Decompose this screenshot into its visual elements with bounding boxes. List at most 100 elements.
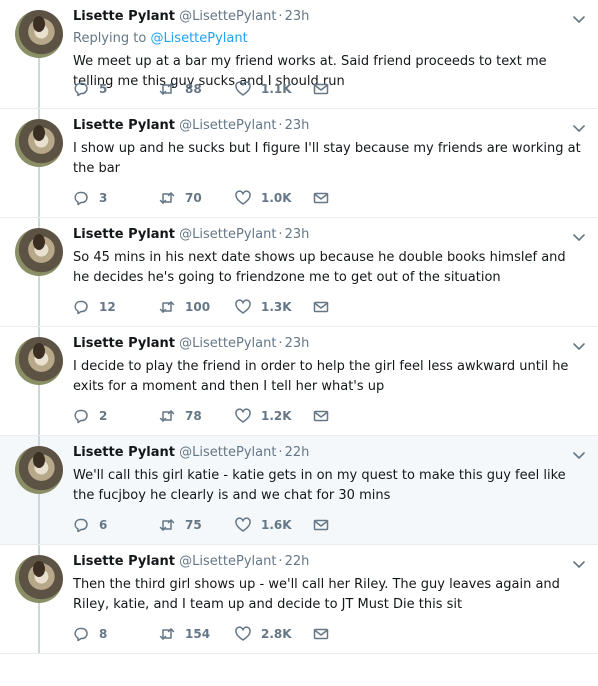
reply-count: 5 — [99, 82, 108, 96]
user-handle[interactable]: @LisettePylant — [179, 554, 276, 569]
direct-message-button[interactable] — [313, 407, 339, 425]
envelope-icon — [313, 192, 329, 204]
avatar[interactable] — [15, 446, 63, 494]
retweet-button[interactable]: 88 — [159, 80, 202, 98]
separator-dot: · — [278, 118, 283, 133]
separator-dot: · — [278, 336, 283, 351]
reply-button[interactable]: 6 — [73, 516, 107, 534]
user-handle[interactable]: @LisettePylant — [179, 227, 276, 242]
reply-count: 3 — [99, 191, 108, 205]
like-button[interactable]: 1.1K — [235, 80, 292, 98]
direct-message-button[interactable] — [313, 189, 339, 207]
tweet[interactable]: Lisette Pylant @LisettePylant · 23h I show… — [0, 109, 598, 218]
tweet-actions: 3 70 1.0K — [73, 189, 343, 207]
avatar[interactable] — [15, 10, 63, 58]
reply-count: 12 — [99, 300, 116, 314]
reply-icon — [74, 300, 88, 315]
like-button[interactable]: 1.6K — [235, 516, 292, 534]
timestamp[interactable]: 23h — [285, 9, 310, 24]
tweet-text: We'll call this girl katie - katie gets … — [73, 468, 566, 503]
display-name[interactable]: Lisette Pylant — [73, 554, 175, 569]
timestamp[interactable]: 23h — [285, 227, 310, 242]
tweet-text: I show up and he sucks but I figure I'll… — [73, 141, 581, 176]
retweet-icon — [159, 628, 175, 640]
like-button[interactable]: 1.0K — [235, 189, 292, 207]
direct-message-button[interactable] — [313, 516, 339, 534]
timestamp[interactable]: 23h — [285, 118, 310, 133]
direct-message-button[interactable] — [313, 80, 339, 98]
separator-dot: · — [278, 227, 283, 242]
tweet[interactable]: Lisette Pylant @LisettePylant · 22h We'll … — [0, 436, 598, 545]
retweet-icon — [159, 83, 175, 95]
tweet-header: Lisette Pylant @LisettePylant · 22h — [73, 553, 585, 571]
direct-message-button[interactable] — [313, 625, 339, 643]
tweet-content: Lisette Pylant @LisettePylant · 23h I deci… — [73, 335, 585, 397]
avatar[interactable] — [15, 337, 63, 385]
display-name[interactable]: Lisette Pylant — [73, 9, 175, 24]
tweet[interactable]: Lisette Pylant @LisettePylant · 22h Then t… — [0, 545, 598, 654]
chevron-down-icon[interactable] — [571, 556, 587, 572]
tweet-text: I decide to play the friend in order to … — [73, 359, 569, 394]
reply-count: 8 — [99, 627, 108, 641]
chevron-down-icon[interactable] — [571, 229, 587, 245]
reply-button[interactable]: 8 — [73, 625, 107, 643]
replying-to: Replying to @LisettePylant — [73, 30, 583, 48]
avatar[interactable] — [15, 555, 63, 603]
chevron-down-icon[interactable] — [571, 11, 587, 27]
display-name[interactable]: Lisette Pylant — [73, 445, 175, 460]
reply-icon — [74, 82, 88, 97]
envelope-icon — [313, 410, 329, 422]
retweet-icon — [159, 519, 175, 531]
avatar[interactable] — [15, 119, 63, 167]
retweet-button[interactable]: 70 — [159, 189, 202, 207]
envelope-icon — [313, 83, 329, 95]
chevron-down-icon[interactable] — [571, 120, 587, 136]
separator-dot: · — [278, 9, 283, 24]
like-button[interactable]: 1.3K — [235, 298, 292, 316]
display-name[interactable]: Lisette Pylant — [73, 336, 175, 351]
avatar[interactable] — [15, 228, 63, 276]
timestamp[interactable]: 22h — [285, 445, 310, 460]
tweet[interactable]: Lisette Pylant @LisettePylant · 23h Replyi… — [0, 0, 598, 109]
retweet-icon — [159, 192, 175, 204]
replying-to-label: Replying to — [73, 31, 151, 46]
reply-icon — [74, 518, 88, 533]
like-count: 2.8K — [261, 627, 292, 641]
reply-button[interactable]: 5 — [73, 80, 107, 98]
heart-icon — [235, 408, 251, 423]
timestamp[interactable]: 23h — [285, 336, 310, 351]
display-name[interactable]: Lisette Pylant — [73, 118, 175, 133]
tweet-text: Then the third girl shows up - we'll cal… — [73, 577, 560, 612]
retweet-button[interactable]: 75 — [159, 516, 202, 534]
user-handle[interactable]: @LisettePylant — [179, 9, 276, 24]
reply-button[interactable]: 3 — [73, 189, 107, 207]
user-handle[interactable]: @LisettePylant — [179, 445, 276, 460]
heart-icon — [235, 517, 251, 532]
chevron-down-icon[interactable] — [571, 338, 587, 354]
timestamp[interactable]: 22h — [285, 554, 310, 569]
retweet-button[interactable]: 100 — [159, 298, 210, 316]
display-name[interactable]: Lisette Pylant — [73, 227, 175, 242]
user-handle[interactable]: @LisettePylant — [179, 118, 276, 133]
retweet-button[interactable]: 78 — [159, 407, 202, 425]
envelope-icon — [313, 628, 329, 640]
like-count: 1.3K — [261, 300, 292, 314]
user-handle[interactable]: @LisettePylant — [179, 336, 276, 351]
heart-icon — [235, 299, 251, 314]
chevron-down-icon[interactable] — [571, 447, 587, 463]
retweet-button[interactable]: 154 — [159, 625, 210, 643]
retweet-count: 100 — [185, 300, 211, 314]
reply-button[interactable]: 12 — [73, 298, 116, 316]
like-button[interactable]: 2.8K — [235, 625, 292, 643]
heart-icon — [235, 190, 251, 205]
separator-dot: · — [278, 554, 283, 569]
tweet-header: Lisette Pylant @LisettePylant · 23h — [73, 117, 585, 135]
tweet[interactable]: Lisette Pylant @LisettePylant · 23h I deci… — [0, 327, 598, 436]
tweet[interactable]: Lisette Pylant @LisettePylant · 23h So 45 … — [0, 218, 598, 327]
direct-message-button[interactable] — [313, 298, 339, 316]
tweet-header: Lisette Pylant @LisettePylant · 23h — [73, 226, 585, 244]
reply-button[interactable]: 2 — [73, 407, 107, 425]
retweet-count: 70 — [185, 191, 202, 205]
replying-to-handle-link[interactable]: @LisettePylant — [150, 31, 247, 46]
like-button[interactable]: 1.2K — [235, 407, 292, 425]
